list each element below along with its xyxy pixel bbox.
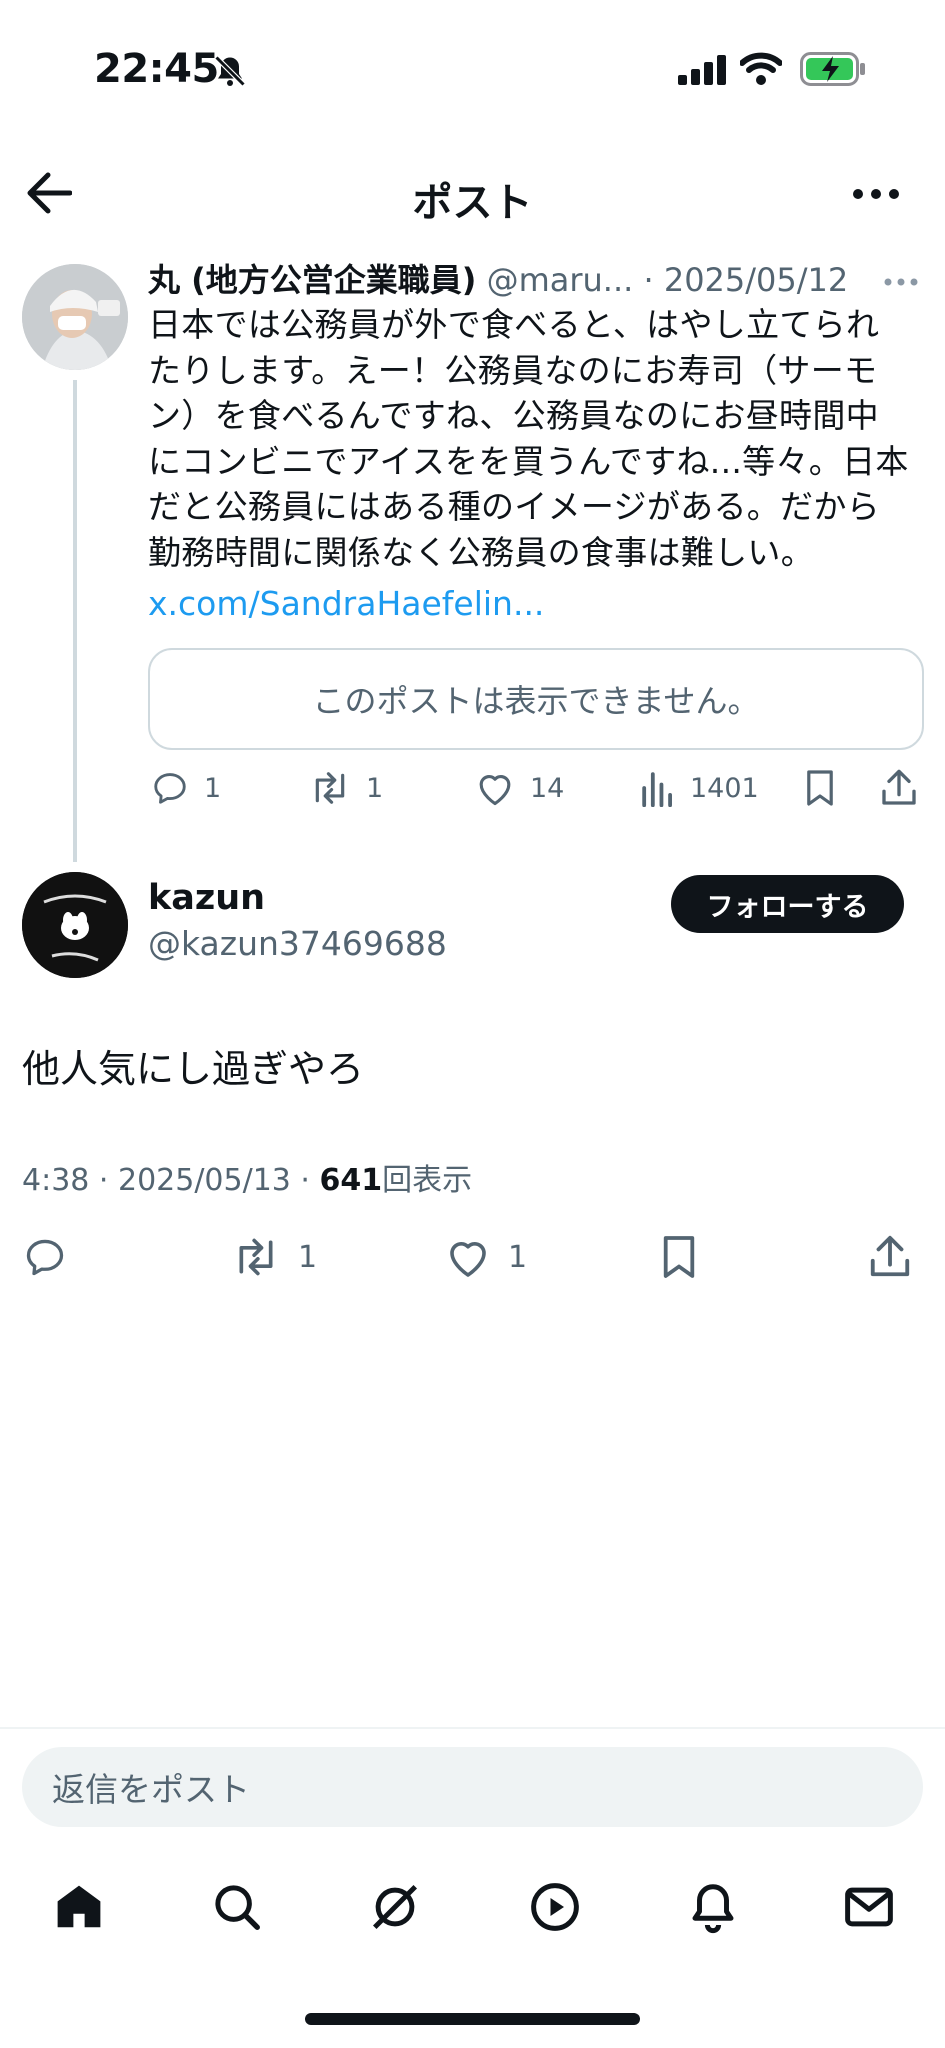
reply-icon: [154, 773, 186, 804]
view-label: 回表示: [382, 1163, 473, 1198]
search-icon[interactable]: [210, 1880, 264, 1934]
post-body: 日本では公務員が外で食べると、はやし立てられ たりします。えー！公務員なのにお寿…: [148, 305, 909, 572]
home-icon[interactable]: [52, 1880, 106, 1934]
bookmark-icon: [663, 1236, 695, 1278]
avatar[interactable]: [22, 872, 128, 978]
status-time: 22:45: [94, 46, 219, 92]
page-title: ポスト: [412, 180, 533, 226]
reply-action[interactable]: 1: [150, 766, 221, 810]
heart-icon: [450, 1242, 486, 1277]
thread-line: [73, 380, 77, 862]
view-count: 641: [319, 1163, 383, 1198]
post-text: 他人気にし過ぎやろ: [22, 1047, 365, 1091]
views-count: 1401: [690, 772, 759, 804]
avatar[interactable]: [22, 264, 128, 370]
post-meta: 4:38 · 2025/05/13 · 641回表示: [22, 1155, 472, 1199]
home-indicator[interactable]: [305, 2013, 640, 2025]
reply-placeholder: 返信をポスト: [52, 1770, 250, 1809]
author-name[interactable]: 丸 (地方公営企業職員): [148, 261, 476, 299]
like-action[interactable]: 14: [474, 766, 564, 810]
share-icon: [882, 769, 916, 805]
share-action[interactable]: [868, 1232, 912, 1282]
repost-icon: [239, 1238, 273, 1276]
like-action[interactable]: 1: [444, 1232, 527, 1282]
follow-button[interactable]: フォローする: [671, 875, 904, 933]
reply-icon: [26, 1239, 64, 1276]
post-link[interactable]: x.com/SandraHaefelin...: [148, 584, 544, 623]
share-action[interactable]: [880, 766, 918, 810]
cellular-signal-icon: [678, 55, 726, 85]
repost-count: 1: [298, 1239, 318, 1275]
quoted-post-unavailable: このポストは表示できません。: [148, 648, 924, 750]
like-count: 14: [530, 772, 565, 804]
battery-charging-icon: [800, 52, 866, 86]
author-handle[interactable]: @kazun37469688: [148, 924, 447, 963]
more-options-icon[interactable]: [852, 188, 900, 200]
bookmark-icon: [807, 770, 833, 806]
repost-action[interactable]: 1: [230, 1232, 317, 1282]
video-icon[interactable]: [528, 1880, 582, 1934]
bookmark-action[interactable]: [804, 766, 836, 810]
author-name[interactable]: kazun: [148, 878, 265, 918]
repost-icon: [315, 772, 345, 804]
grok-icon[interactable]: [368, 1880, 422, 1934]
like-count: 1: [508, 1239, 528, 1275]
reply-action[interactable]: [22, 1232, 68, 1282]
post-time-date[interactable]: 4:38 · 2025/05/13 ·: [22, 1163, 320, 1198]
post-more-icon[interactable]: [884, 277, 918, 287]
repost-count: 1: [366, 772, 384, 804]
share-icon: [870, 1235, 910, 1277]
bookmark-action[interactable]: [660, 1232, 698, 1282]
messages-icon[interactable]: [842, 1880, 896, 1934]
reply-input[interactable]: 返信をポスト: [22, 1747, 923, 1827]
bell-off-icon: [212, 53, 248, 89]
author-meta: @maru... · 2025/05/12: [486, 261, 849, 299]
repost-action[interactable]: 1: [308, 766, 383, 810]
views-action[interactable]: 1401: [640, 766, 759, 810]
reply-count: 1: [204, 772, 222, 804]
analytics-icon: [642, 772, 672, 807]
notifications-icon[interactable]: [686, 1880, 740, 1934]
heart-icon: [479, 775, 511, 806]
divider: [0, 1727, 945, 1729]
wifi-icon: [740, 51, 782, 85]
